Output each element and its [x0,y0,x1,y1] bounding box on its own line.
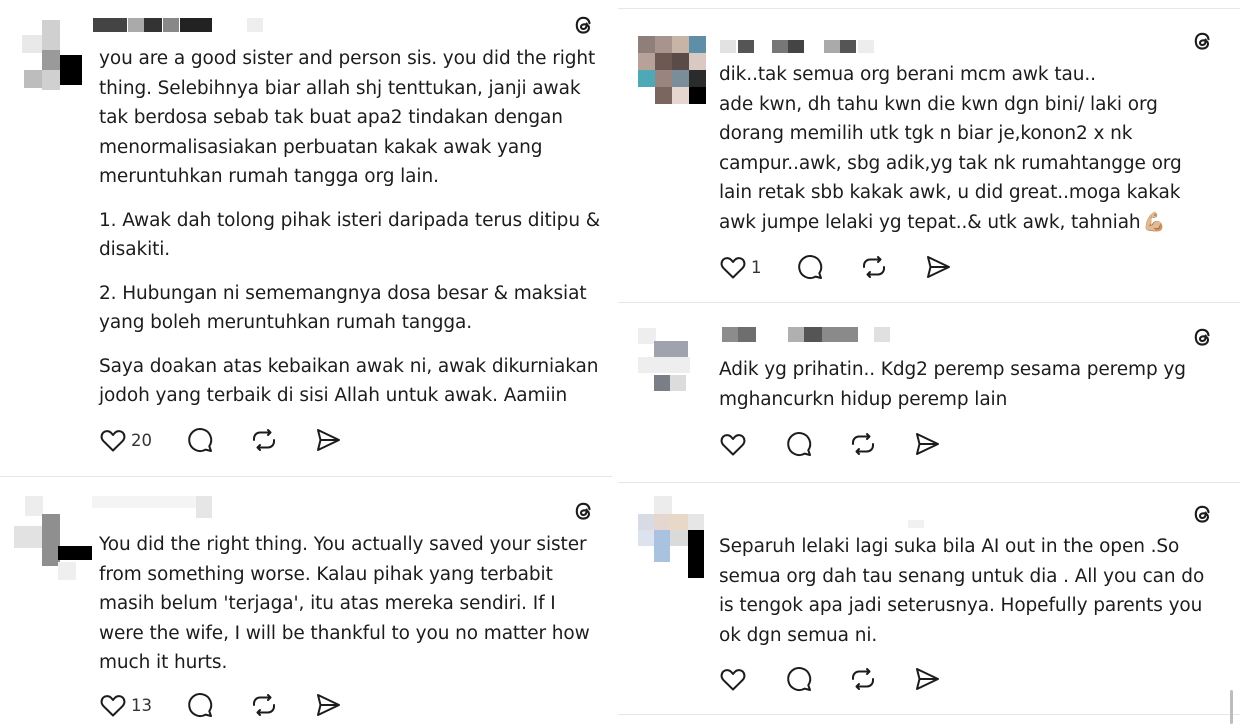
send-icon [916,668,939,690]
repost-icon [862,256,885,278]
share-button[interactable] [924,253,952,281]
comment-paragraph-text: ade kwn, dh tahu kwn die kwn dgn bini/ l… [719,93,1182,233]
comment-paragraph: You did the right thing. You actually sa… [99,534,590,673]
like-button[interactable]: 20 [99,427,152,453]
divider [618,8,1240,9]
heart-icon [720,434,746,456]
share-button[interactable] [314,426,342,454]
repost-icon [852,668,874,690]
send-icon [317,694,340,716]
like-count: 20 [131,430,152,450]
action-bar: 1 [719,253,952,281]
flexed-biceps-emoji: 💪🏼 [1142,211,1166,233]
comment-text: Separuh lelaki lagi suka bila AI out in … [719,532,1219,650]
heart-icon [100,430,126,452]
comment-post-3: dik..tak semua org berani mcm awk tau.. … [618,8,1240,300]
threads-icon [575,502,591,520]
repost-button[interactable] [860,253,888,281]
comment-paragraph: 1. Awak dah tolong pihak isteri daripada… [99,209,601,261]
share-button[interactable] [913,430,941,458]
repost-icon [253,429,275,451]
share-button[interactable] [913,665,941,693]
comment-post-4: Adik yg prihatin.. Kdg2 peremp sesama pe… [618,303,1240,480]
reply-button[interactable] [785,430,813,458]
comment-post-2: You did the right thing. You actually sa… [0,478,612,725]
comment-icon [188,693,213,718]
repost-button[interactable] [849,665,877,693]
comment-text: dik..tak semua org berani mcm awk tau.. … [719,60,1219,237]
comment-icon [188,428,213,453]
like-count: 13 [131,695,152,715]
share-button[interactable] [314,691,342,719]
repost-button[interactable] [250,691,278,719]
comment-icon [787,432,812,457]
like-button[interactable]: 13 [99,692,152,718]
threads-icon [1194,505,1210,523]
like-count: 1 [751,257,762,277]
reply-button[interactable] [796,253,824,281]
repost-button[interactable] [250,426,278,454]
comment-post-5: Separuh lelaki lagi suka bila AI out in … [618,484,1240,725]
repost-icon [852,433,874,455]
divider [618,482,1240,483]
threads-icon [1194,328,1210,346]
heart-icon [720,669,746,691]
comment-paragraph: Adik yg prihatin.. Kdg2 peremp sesama pe… [719,359,1186,410]
send-icon [317,429,340,451]
comment-paragraph: ade kwn, dh tahu kwn die kwn dgn bini/ l… [719,90,1219,238]
send-icon [926,256,950,278]
action-bar [719,665,941,693]
threads-icon [1194,32,1210,50]
send-icon [916,433,939,455]
reply-button[interactable] [186,426,214,454]
comment-text: Adik yg prihatin.. Kdg2 peremp sesama pe… [719,355,1219,414]
action-bar: 13 [99,691,342,719]
heart-icon [720,257,746,279]
comment-paragraph: Saya doakan atas kebaikan awak ni, awak … [99,355,599,407]
comment-icon [797,255,822,280]
comment-icon [787,667,812,692]
repost-button[interactable] [849,430,877,458]
divider [618,302,1240,303]
action-bar [719,430,941,458]
divider [618,714,1240,715]
comment-paragraph: dik..tak semua org berani mcm awk tau.. [719,64,1096,85]
comment-paragraph: 2. Hubungan ni sememangnya dosa besar & … [99,282,587,334]
like-button[interactable]: 1 [719,254,762,280]
reply-button[interactable] [785,665,813,693]
comment-text: You did the right thing. You actually sa… [99,530,604,678]
like-button[interactable] [719,431,747,457]
repost-icon [253,694,275,716]
action-bar: 20 [99,426,342,454]
comment-paragraph: you are a good sister and person sis. yo… [99,48,596,187]
comment-paragraph: Separuh lelaki lagi suka bila AI out in … [719,536,1205,646]
like-button[interactable] [719,666,747,692]
scrollbar[interactable] [1230,690,1233,724]
comment-text: you are a good sister and person sis. yo… [99,44,604,411]
divider [0,476,612,477]
heart-icon [100,695,126,717]
comment-post-1: you are a good sister and person sis. yo… [0,0,612,474]
reply-button[interactable] [186,691,214,719]
threads-icon [575,16,591,34]
